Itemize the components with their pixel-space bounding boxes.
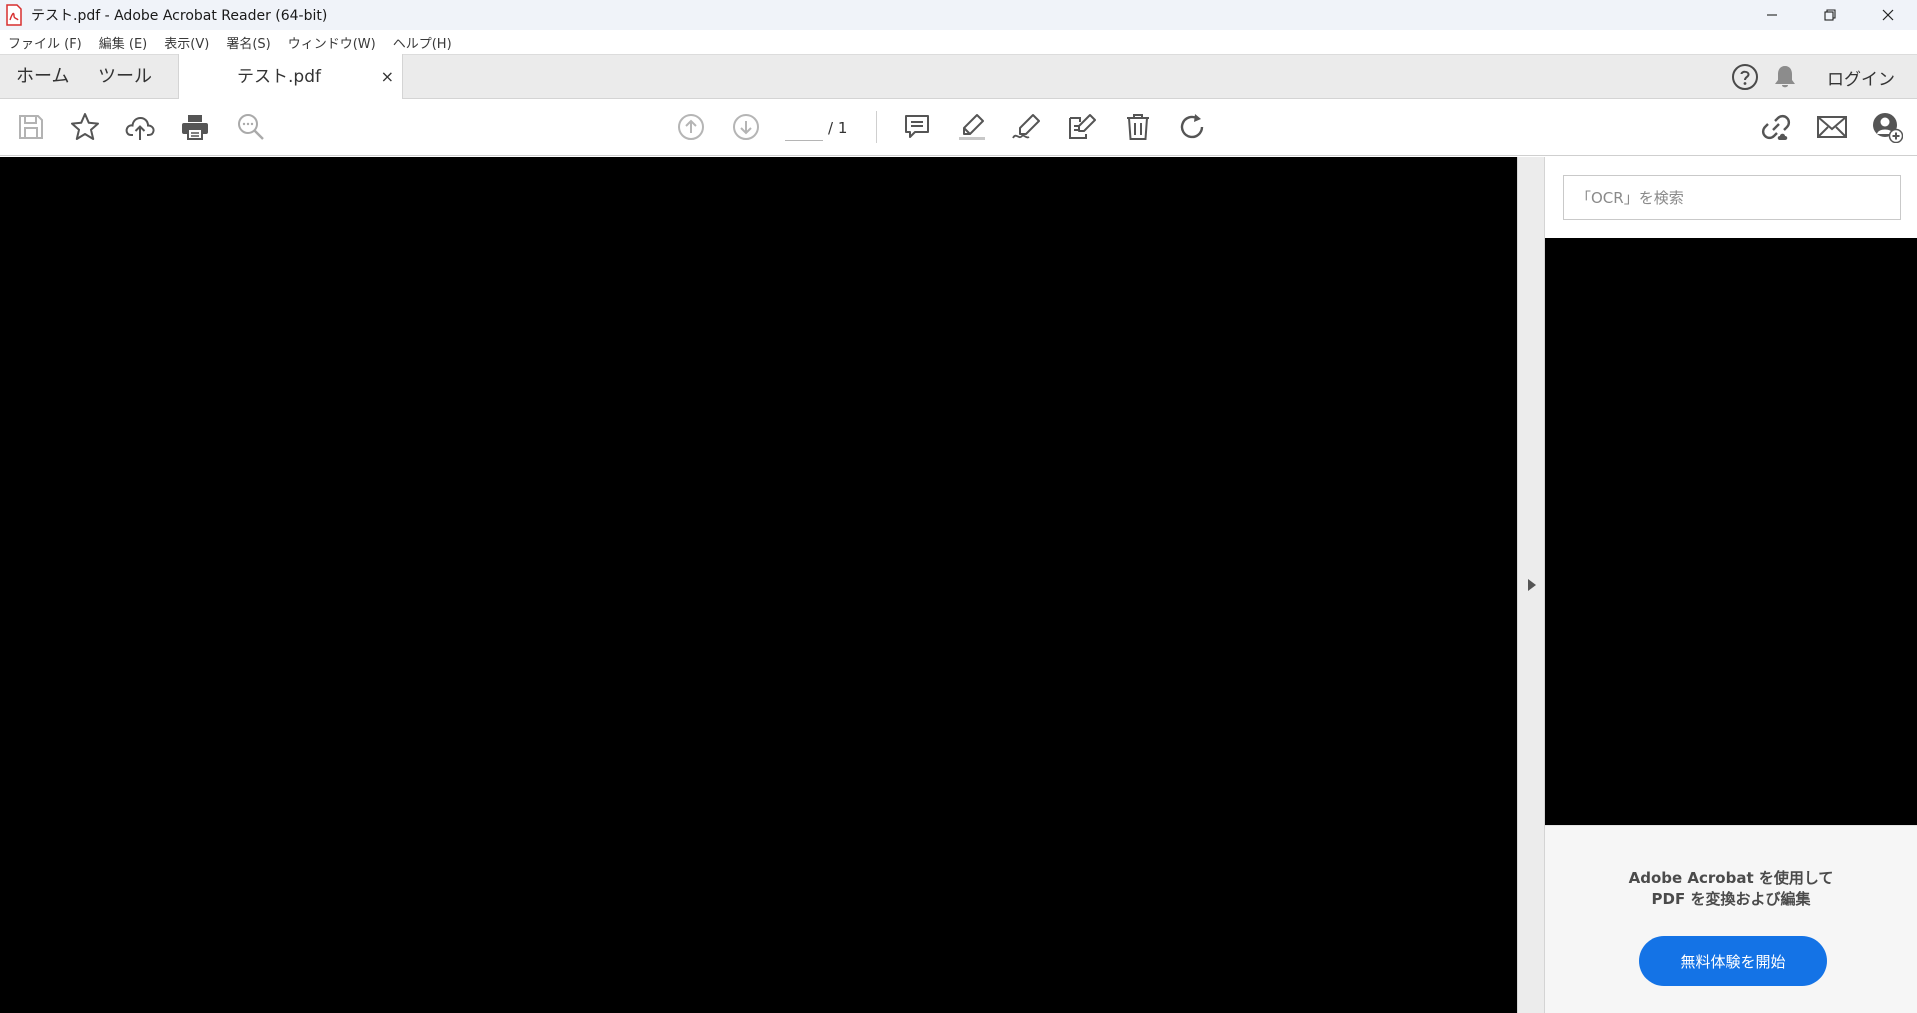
- bell-icon: [1775, 66, 1795, 88]
- tab-home[interactable]: ホーム: [16, 55, 69, 99]
- print-icon: [182, 115, 208, 140]
- pdf-app-icon: [6, 4, 22, 26]
- notifications-button[interactable]: [1765, 55, 1805, 99]
- tab-tools[interactable]: ツール: [98, 55, 152, 99]
- start-trial-button[interactable]: 無料体験を開始: [1639, 936, 1827, 986]
- bookmark-star-icon: [71, 113, 99, 140]
- right-pane-toggle[interactable]: [1517, 157, 1545, 1013]
- save-button[interactable]: [11, 107, 51, 147]
- promo-line-2: PDF を変換および編集: [1651, 890, 1811, 908]
- share-link-button[interactable]: [1757, 107, 1797, 147]
- main-toolbar: / 1: [0, 99, 1917, 156]
- tools-pane: Adobe Acrobat を使用して PDF を変換および編集 無料体験を開始: [1545, 157, 1917, 1013]
- highlight-button[interactable]: [952, 107, 992, 147]
- share-link-icon: [1761, 114, 1791, 140]
- promo-panel: Adobe Acrobat を使用して PDF を変換および編集 無料体験を開始: [1545, 825, 1917, 1013]
- print-button[interactable]: [175, 107, 215, 147]
- bookmark-button[interactable]: [65, 107, 105, 147]
- document-tab-label: テスト.pdf: [237, 67, 321, 87]
- delete-button[interactable]: [1118, 107, 1158, 147]
- add-user-button[interactable]: [1867, 107, 1907, 147]
- toolbar-divider: [876, 111, 877, 143]
- chevron-right-icon: [1528, 579, 1536, 591]
- login-link[interactable]: ログイン: [1827, 65, 1895, 90]
- comment-icon: [905, 115, 929, 138]
- menu-view[interactable]: 表示(V): [164, 33, 209, 52]
- upload-button[interactable]: [120, 107, 160, 147]
- help-button[interactable]: [1725, 55, 1765, 99]
- previous-page-button[interactable]: [671, 107, 711, 147]
- menu-bar: ファイル (F) 編集 (E) 表示(V) 署名(S) ウィンドウ(W) ヘルプ…: [0, 30, 1917, 54]
- title-bar: テスト.pdf - Adobe Acrobat Reader (64-bit): [0, 0, 1917, 30]
- comment-button[interactable]: [897, 107, 937, 147]
- email-button[interactable]: [1812, 107, 1852, 147]
- acrobat-window: テスト.pdf - Adobe Acrobat Reader (64-bit) …: [0, 0, 1917, 1013]
- document-viewer[interactable]: [0, 157, 1517, 1013]
- delete-icon: [1127, 114, 1149, 140]
- help-icon: [1732, 64, 1758, 90]
- minimize-icon: [1767, 14, 1777, 16]
- page-total: / 1: [828, 119, 848, 137]
- rotate-button[interactable]: [1173, 107, 1213, 147]
- email-icon: [1817, 116, 1847, 138]
- restore-icon: [1824, 9, 1836, 21]
- tab-document[interactable]: テスト.pdf ×: [178, 54, 403, 100]
- next-page-button[interactable]: [726, 107, 766, 147]
- tab-row: ホーム ツール テスト.pdf × ログイン: [0, 54, 1917, 100]
- edit-pdf-icon: [1069, 114, 1096, 139]
- tool-search-input[interactable]: [1563, 175, 1901, 220]
- page-down-icon: [733, 114, 759, 140]
- rotate-icon: [1180, 114, 1204, 139]
- account-area: ログイン: [1725, 55, 1917, 99]
- save-icon: [19, 115, 43, 139]
- find-button[interactable]: [231, 107, 271, 147]
- restore-button[interactable]: [1801, 0, 1859, 30]
- minimize-button[interactable]: [1743, 0, 1801, 30]
- close-window-button[interactable]: [1859, 0, 1917, 30]
- add-user-icon: [1873, 113, 1903, 143]
- page-number-input[interactable]: [785, 115, 823, 141]
- promo-line-1: Adobe Acrobat を使用して: [1628, 869, 1834, 887]
- promo-message: Adobe Acrobat を使用して PDF を変換および編集: [1545, 868, 1917, 910]
- cloud-upload-icon: [125, 116, 155, 140]
- menu-edit[interactable]: 編集 (E): [99, 33, 148, 52]
- menu-window[interactable]: ウィンドウ(W): [288, 33, 376, 52]
- highlight-icon: [959, 114, 985, 140]
- window-title: テスト.pdf - Adobe Acrobat Reader (64-bit): [31, 8, 328, 24]
- menu-sign[interactable]: 署名(S): [226, 33, 270, 52]
- fill-sign-button[interactable]: [1007, 107, 1047, 147]
- close-tab-button[interactable]: ×: [381, 54, 394, 100]
- fill-sign-icon: [1012, 114, 1040, 139]
- tools-list[interactable]: [1545, 238, 1917, 825]
- menu-help[interactable]: ヘルプ(H): [393, 33, 452, 52]
- close-icon: [1882, 9, 1894, 21]
- edit-pdf-button[interactable]: [1062, 107, 1102, 147]
- window-controls: [1743, 0, 1917, 30]
- menu-file[interactable]: ファイル (F): [8, 33, 82, 52]
- page-up-icon: [678, 114, 704, 140]
- zoom-search-icon: [238, 114, 264, 140]
